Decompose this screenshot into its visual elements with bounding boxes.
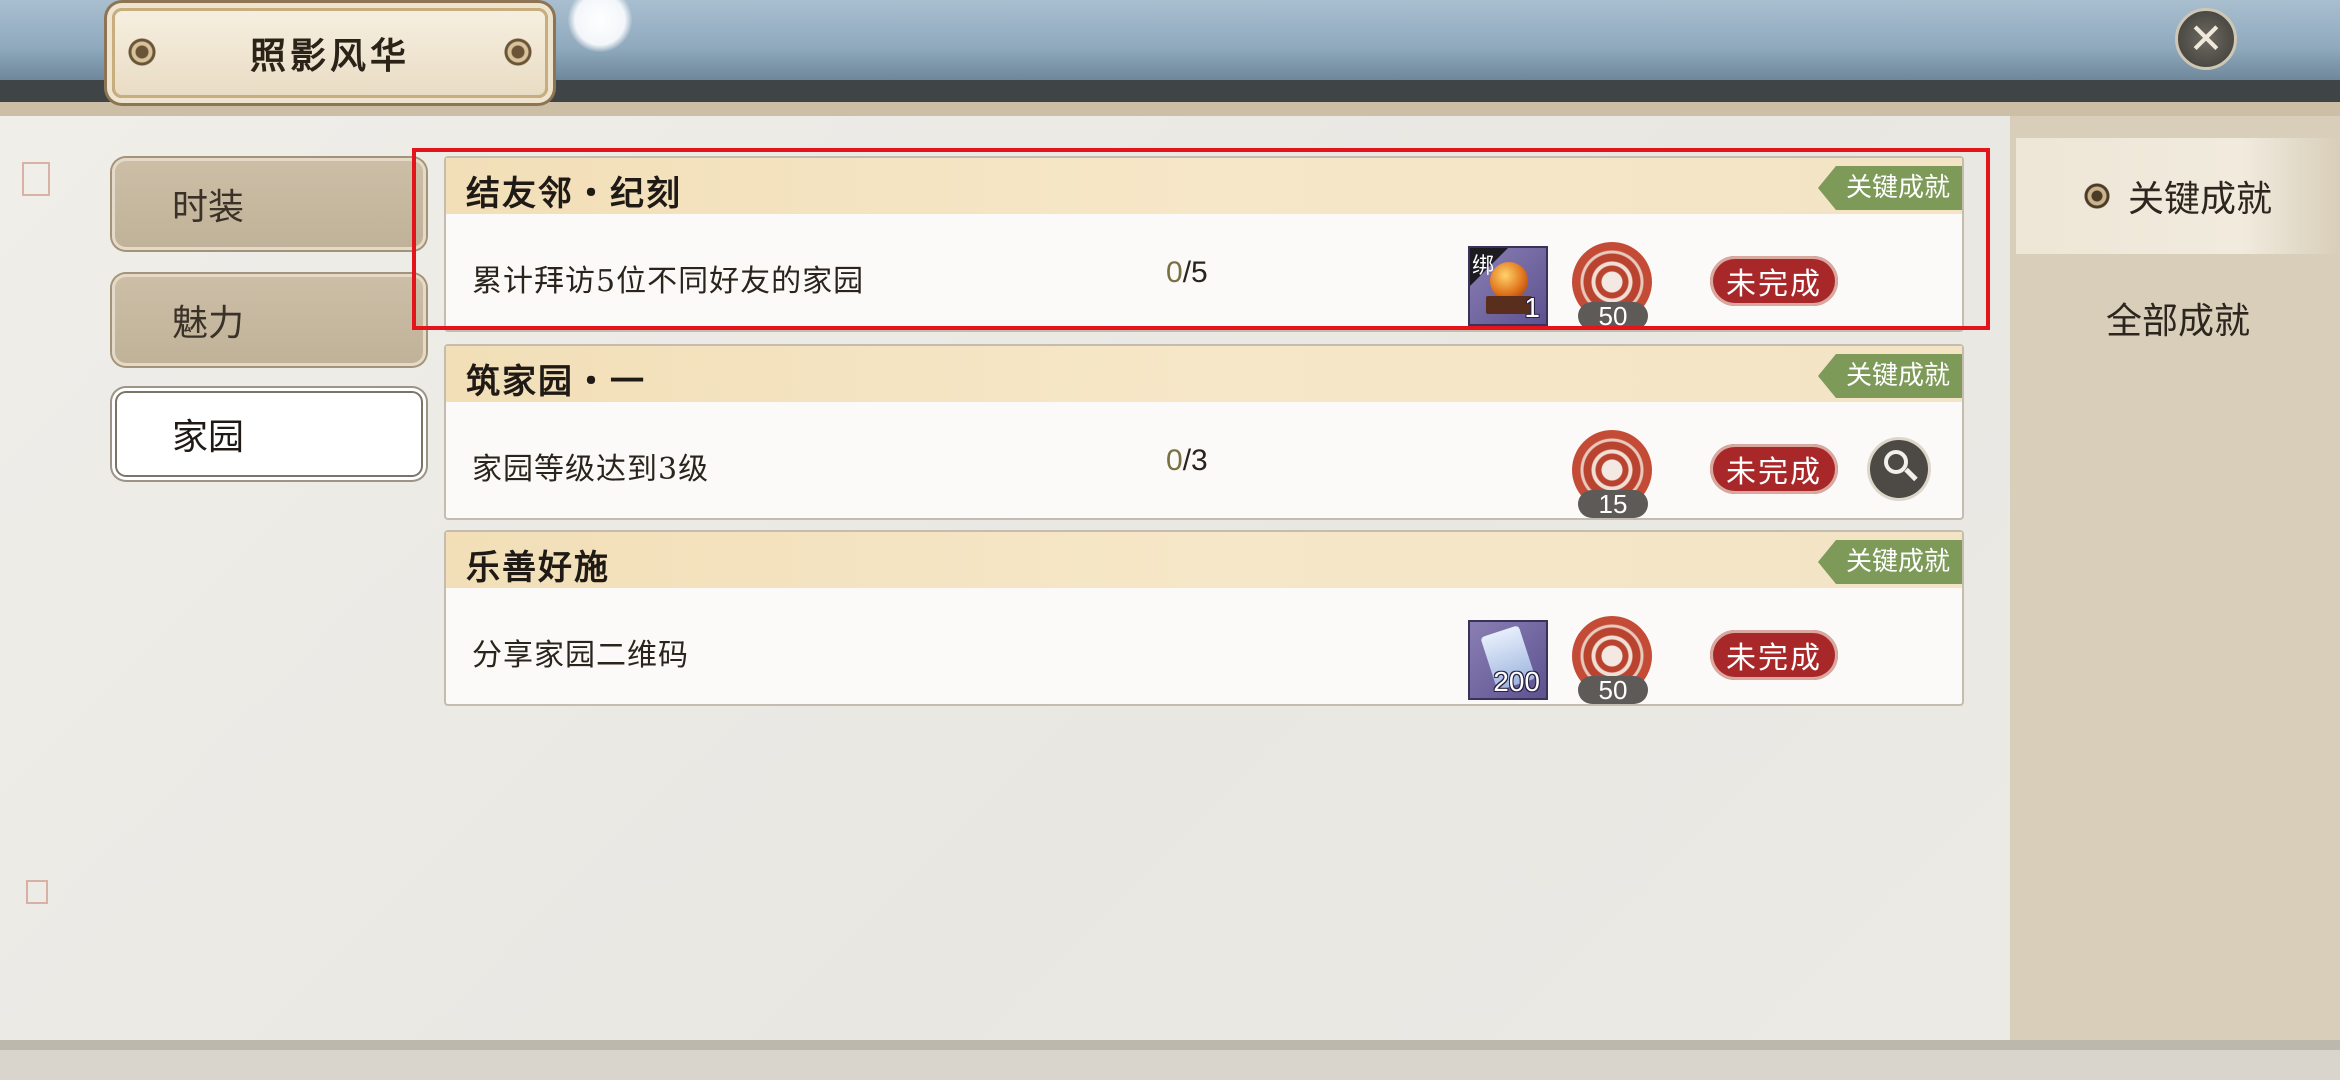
achievement-description: 家园等级达到3级 xyxy=(472,452,710,487)
header-edge xyxy=(0,102,2340,116)
status-badge: 未完成 xyxy=(1710,256,1838,306)
tab-label: 魅力 xyxy=(172,303,245,344)
achievement-description: 分享家园二维码 xyxy=(472,638,689,673)
search-button[interactable] xyxy=(1870,440,1928,498)
seal-decoration xyxy=(22,162,50,196)
item-count: 1 xyxy=(1524,292,1540,323)
achievement-title: 乐善好施 xyxy=(466,548,610,588)
status-badge: 未完成 xyxy=(1710,630,1838,680)
achievement-title: 结友邻・纪刻 xyxy=(466,174,682,214)
reward-medal[interactable]: 15 xyxy=(1566,428,1658,520)
tab-home[interactable]: 家园 xyxy=(112,388,426,480)
reward-medal[interactable]: 50 xyxy=(1566,240,1658,332)
key-achievement-badge: 关键成就 xyxy=(1817,166,1962,210)
tab-label: 时装 xyxy=(172,187,245,228)
key-achievement-badge: 关键成就 xyxy=(1817,540,1962,584)
medal-points: 50 xyxy=(1578,302,1648,330)
achievement-title: 筑家园・一 xyxy=(466,362,646,402)
bound-label: 绑 xyxy=(1472,254,1495,279)
reward-medal[interactable]: 50 xyxy=(1566,614,1658,706)
card-header: 乐善好施 关键成就 xyxy=(446,532,1962,588)
right-panel xyxy=(2010,116,2340,1040)
medal-points: 50 xyxy=(1578,676,1648,704)
medal-points: 15 xyxy=(1578,490,1648,518)
achievement-description: 累计拜访5位不同好友的家园 xyxy=(472,264,865,299)
card-header: 筑家园・一 关键成就 xyxy=(446,346,1962,402)
close-button[interactable]: ✕ xyxy=(2175,8,2237,70)
calligraphy-decoration xyxy=(22,210,82,460)
achievement-card: 结友邻・纪刻 关键成就 累计拜访5位不同好友的家园 0/5 绑 1 50 未完成 xyxy=(444,156,1964,332)
seal-decoration xyxy=(26,880,48,904)
achievement-progress: 0/3 xyxy=(1166,444,1208,477)
achievement-card: 筑家园・一 关键成就 家园等级达到3级 0/3 15 未完成 xyxy=(444,344,1964,520)
title-plaque: 照影风华 xyxy=(112,8,548,98)
status-badge: 未完成 xyxy=(1710,444,1838,494)
knot-ornament-icon xyxy=(501,35,535,69)
bottom-bar-edge xyxy=(0,1050,2340,1080)
card-header: 结友邻・纪刻 关键成就 xyxy=(446,158,1962,214)
item-count: 200 xyxy=(1493,666,1540,697)
tab-fashion[interactable]: 时装 xyxy=(112,158,426,250)
reward-item[interactable]: 绑 1 xyxy=(1468,246,1548,326)
tab-all-achievements[interactable]: 全部成就 xyxy=(2016,260,2340,376)
knot-ornament-icon xyxy=(2083,183,2110,209)
reward-item[interactable]: 200 xyxy=(1468,620,1548,700)
achievement-progress: 0/5 xyxy=(1166,256,1208,289)
knot-ornament-icon xyxy=(125,35,159,69)
close-icon: ✕ xyxy=(2188,14,2224,63)
tab-label: 全部成就 xyxy=(2105,301,2250,342)
achievement-card: 乐善好施 关键成就 分享家园二维码 200 50 未完成 xyxy=(444,530,1964,706)
calligraphy-decoration xyxy=(22,548,82,878)
key-achievement-badge: 关键成就 xyxy=(1817,354,1962,398)
tab-label: 关键成就 xyxy=(2127,179,2272,220)
moon-decoration xyxy=(568,0,632,52)
tab-key-achievements[interactable]: 关键成就 xyxy=(2016,138,2340,254)
tab-charm[interactable]: 魅力 xyxy=(112,274,426,366)
tab-label: 家园 xyxy=(172,417,245,458)
page-title: 照影风华 xyxy=(249,35,410,77)
